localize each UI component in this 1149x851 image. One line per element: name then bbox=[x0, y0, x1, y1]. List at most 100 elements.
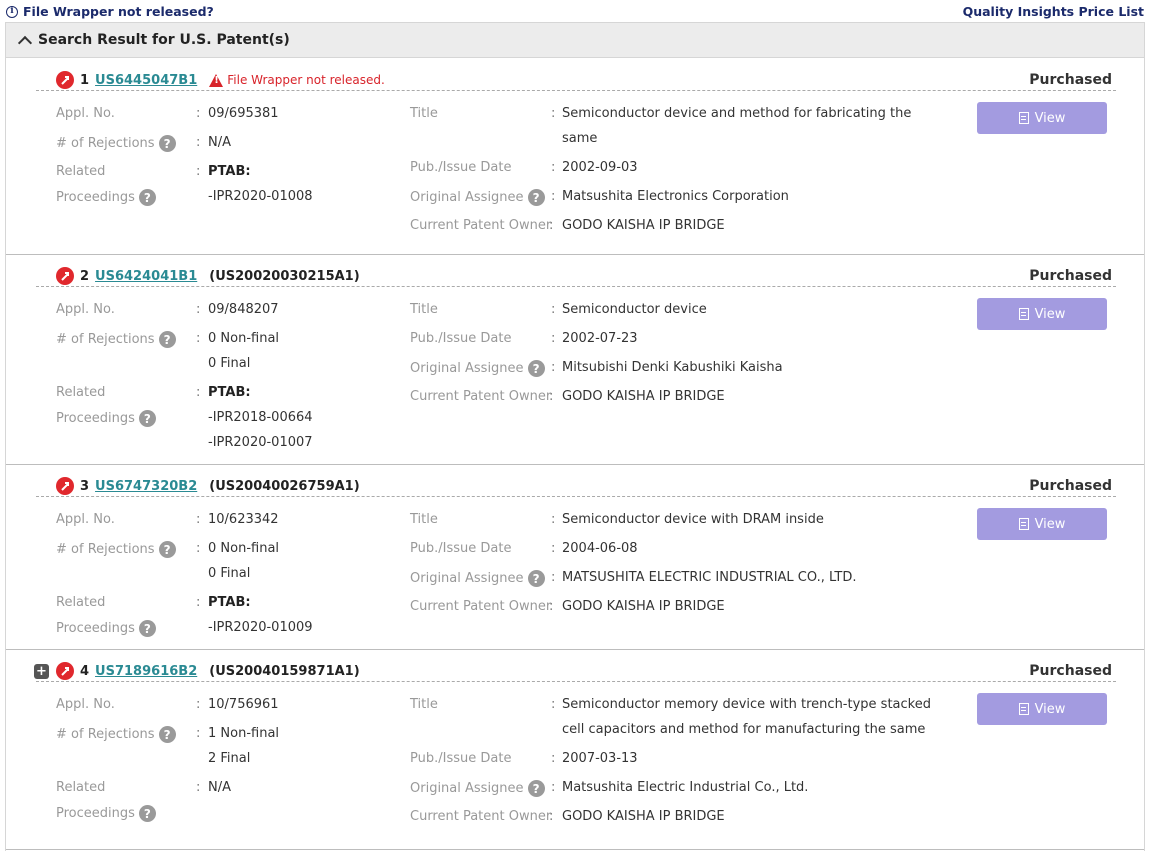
appl-no-label: Appl. No. bbox=[56, 512, 115, 527]
rejections-label: # of Rejections? bbox=[56, 331, 176, 348]
colon: : bbox=[549, 599, 554, 614]
help-icon[interactable]: ? bbox=[138, 805, 156, 822]
file-wrapper-link-label: File Wrapper not released? bbox=[23, 4, 214, 19]
colon: : bbox=[549, 218, 554, 233]
pub-date-value: 2007-03-13 bbox=[562, 751, 638, 766]
colon: : bbox=[196, 595, 201, 610]
pub-date-label: Pub./Issue Date bbox=[410, 331, 512, 346]
publication-number: (US20040026759A1) bbox=[209, 478, 360, 494]
view-button[interactable]: View bbox=[977, 693, 1107, 725]
view-button-label: View bbox=[1034, 306, 1066, 322]
orig-assignee-value: Matsushita Electronics Corporation bbox=[562, 189, 789, 204]
patent-number-link[interactable]: US6424041B1 bbox=[95, 269, 197, 284]
title-label: Title bbox=[410, 697, 438, 712]
title-value-line: Semiconductor device and method for fabr… bbox=[562, 106, 912, 121]
help-icon[interactable]: ? bbox=[527, 780, 545, 797]
ptab-proceeding[interactable]: -IPR2018-00664 bbox=[208, 410, 313, 425]
price-list-link[interactable]: Quality Insights Price List bbox=[963, 4, 1144, 19]
help-icon[interactable]: ? bbox=[527, 189, 545, 206]
ptab-proceeding[interactable]: -IPR2020-01007 bbox=[208, 435, 313, 450]
colon: : bbox=[196, 302, 201, 317]
appl-no-label: Appl. No. bbox=[56, 302, 115, 317]
record-rank: 2 bbox=[80, 268, 90, 284]
pub-date-label: Pub./Issue Date bbox=[410, 751, 512, 766]
panel-title: Search Result for U.S. Patent(s) bbox=[38, 32, 290, 48]
appl-no-value: 09/848207 bbox=[208, 302, 279, 317]
colon: : bbox=[551, 512, 556, 527]
current-owner-label: Current Patent Owner bbox=[410, 599, 552, 614]
title-label: Title bbox=[410, 302, 438, 317]
record-rank: 3 bbox=[80, 478, 90, 494]
current-owner-label: Current Patent Owner bbox=[410, 809, 552, 824]
patent-record-3: 3 US6747320B2 (US20040026759A1) Purchase… bbox=[6, 465, 1144, 650]
colon: : bbox=[551, 331, 556, 346]
rejections-nonfinal: 1 Non-final bbox=[208, 726, 280, 741]
colon: : bbox=[196, 331, 201, 346]
title-value-line: Semiconductor memory device with trench-… bbox=[562, 697, 931, 712]
info-icon: i bbox=[6, 5, 18, 18]
ptab-flame-icon bbox=[56, 267, 74, 285]
panel-header[interactable]: Search Result for U.S. Patent(s) bbox=[6, 23, 1144, 58]
help-icon[interactable]: ? bbox=[138, 189, 156, 206]
help-icon[interactable]: ? bbox=[158, 726, 176, 743]
proceedings-label: Proceedings? bbox=[56, 189, 156, 206]
ptab-flame-icon bbox=[56, 71, 74, 89]
rejections-value: N/A bbox=[208, 135, 231, 150]
view-button[interactable]: View bbox=[977, 508, 1107, 540]
proceedings-label: Proceedings? bbox=[56, 805, 156, 822]
help-icon[interactable]: ? bbox=[138, 620, 156, 637]
colon: : bbox=[196, 164, 201, 179]
help-icon[interactable]: ? bbox=[527, 570, 545, 587]
help-icon[interactable]: ? bbox=[527, 360, 545, 377]
expand-plus-icon[interactable]: + bbox=[34, 664, 49, 679]
current-owner-value: GODO KAISHA IP BRIDGE bbox=[562, 809, 725, 824]
colon: : bbox=[549, 389, 554, 404]
patent-number-link[interactable]: US6445047B1 bbox=[95, 73, 197, 88]
pub-date-value: 2002-07-23 bbox=[562, 331, 638, 346]
rejections-final: 0 Final bbox=[208, 356, 251, 371]
proceedings-label: Proceedings? bbox=[56, 620, 156, 637]
colon: : bbox=[196, 135, 201, 150]
search-result-panel: Search Result for U.S. Patent(s) 1 US644… bbox=[5, 22, 1145, 851]
patent-record-1: 1 US6445047B1 File Wrapper not released.… bbox=[6, 59, 1144, 255]
ptab-proceeding[interactable]: -IPR2020-01008 bbox=[208, 189, 313, 204]
patent-number-link[interactable]: US6747320B2 bbox=[95, 479, 197, 494]
view-button-label: View bbox=[1034, 110, 1066, 126]
help-icon[interactable]: ? bbox=[158, 135, 176, 152]
pub-date-label: Pub./Issue Date bbox=[410, 541, 512, 556]
record-rank: 1 bbox=[80, 72, 90, 88]
record-rank: 4 bbox=[80, 663, 90, 679]
related-label: Related bbox=[56, 780, 106, 795]
help-icon[interactable]: ? bbox=[138, 410, 156, 427]
ptab-proceeding[interactable]: -IPR2020-01009 bbox=[208, 620, 313, 635]
appl-no-value: 10/623342 bbox=[208, 512, 279, 527]
current-owner-label: Current Patent Owner bbox=[410, 389, 552, 404]
colon: : bbox=[551, 541, 556, 556]
appl-no-label: Appl. No. bbox=[56, 697, 115, 712]
colon: : bbox=[196, 726, 201, 741]
help-icon[interactable]: ? bbox=[158, 331, 176, 348]
publication-number: (US20040159871A1) bbox=[209, 663, 360, 679]
colon: : bbox=[551, 751, 556, 766]
colon: : bbox=[551, 570, 556, 585]
file-wrapper-help-link[interactable]: i File Wrapper not released? bbox=[6, 4, 214, 19]
view-button[interactable]: View bbox=[977, 298, 1107, 330]
rejections-label: # of Rejections? bbox=[56, 726, 176, 743]
rejections-label: # of Rejections? bbox=[56, 541, 176, 558]
document-icon bbox=[1018, 308, 1029, 320]
patent-number-link[interactable]: US7189616B2 bbox=[95, 664, 197, 679]
colon: : bbox=[196, 512, 201, 527]
orig-assignee-label: Original Assignee? bbox=[410, 570, 545, 587]
record-header: 2 US6424041B1 (US20020030215A1) Purchase… bbox=[36, 261, 1116, 287]
patent-record-2: 2 US6424041B1 (US20020030215A1) Purchase… bbox=[6, 255, 1144, 465]
colon: : bbox=[549, 809, 554, 824]
file-wrapper-warning: File Wrapper not released. bbox=[209, 73, 385, 87]
proceedings-label: Proceedings? bbox=[56, 410, 156, 427]
appl-no-label: Appl. No. bbox=[56, 106, 115, 121]
top-bar: i File Wrapper not released? Quality Ins… bbox=[0, 0, 1149, 22]
orig-assignee-label: Original Assignee? bbox=[410, 189, 545, 206]
view-button[interactable]: View bbox=[977, 102, 1107, 134]
rejections-final: 2 Final bbox=[208, 751, 251, 766]
record-header: + 4 US7189616B2 (US20040159871A1) Purcha… bbox=[34, 656, 1116, 682]
help-icon[interactable]: ? bbox=[158, 541, 176, 558]
